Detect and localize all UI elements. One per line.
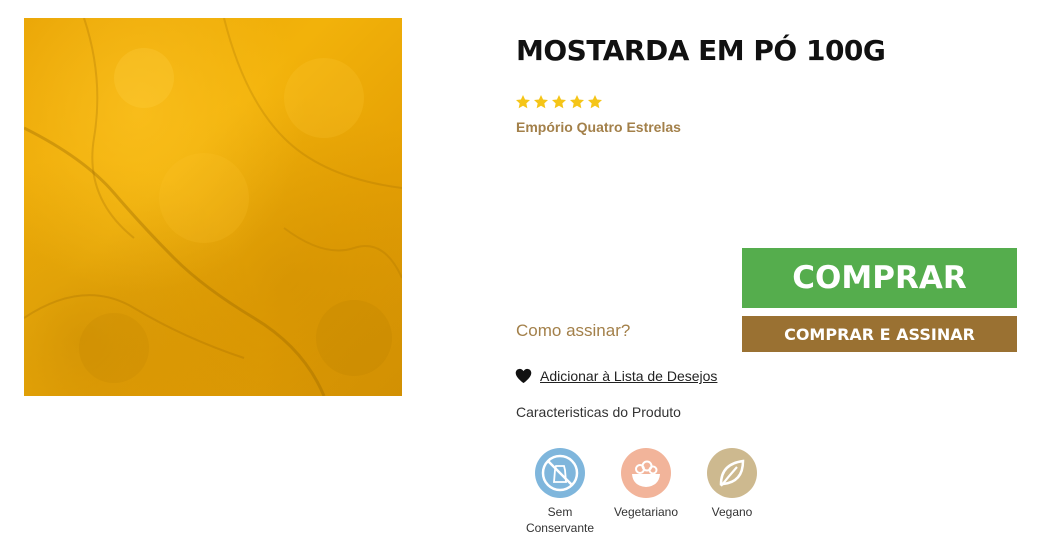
feature-label: Sem [547,505,573,519]
features-title: Caracteristicas do Produto [516,404,681,420]
heart-icon [515,368,532,384]
star-icon [588,95,602,109]
star-icon [552,95,566,109]
feature-label: Vegano [711,505,753,519]
product-image[interactable] [24,18,402,396]
star-icon [516,95,530,109]
salad-bowl-icon [621,448,671,498]
product-title: MOSTARDA EM PÓ 100G [516,34,886,67]
rating-stars [515,94,603,110]
star-icon [570,95,584,109]
how-to-subscribe-link[interactable]: Como assinar? [516,321,630,341]
add-to-wishlist[interactable]: Adicionar à Lista de Desejos [515,368,717,384]
feature-no-preservative: Sem Conservante [510,446,610,536]
feature-label-line2: Conservante [525,521,595,535]
brand-link[interactable]: Empório Quatro Estrelas [516,119,681,135]
feature-vegan: Vegano [682,446,782,520]
feature-label: Vegetariano [613,505,679,519]
wishlist-label: Adicionar à Lista de Desejos [540,368,718,384]
powder-texture [24,18,402,396]
buy-button[interactable]: COMPRAR [742,248,1017,308]
star-icon [534,95,548,109]
no-preservative-icon [535,448,585,498]
buy-and-subscribe-button[interactable]: COMPRAR E ASSINAR [742,316,1017,352]
leaf-icon [707,448,757,498]
feature-vegetarian: Vegetariano [596,446,696,520]
